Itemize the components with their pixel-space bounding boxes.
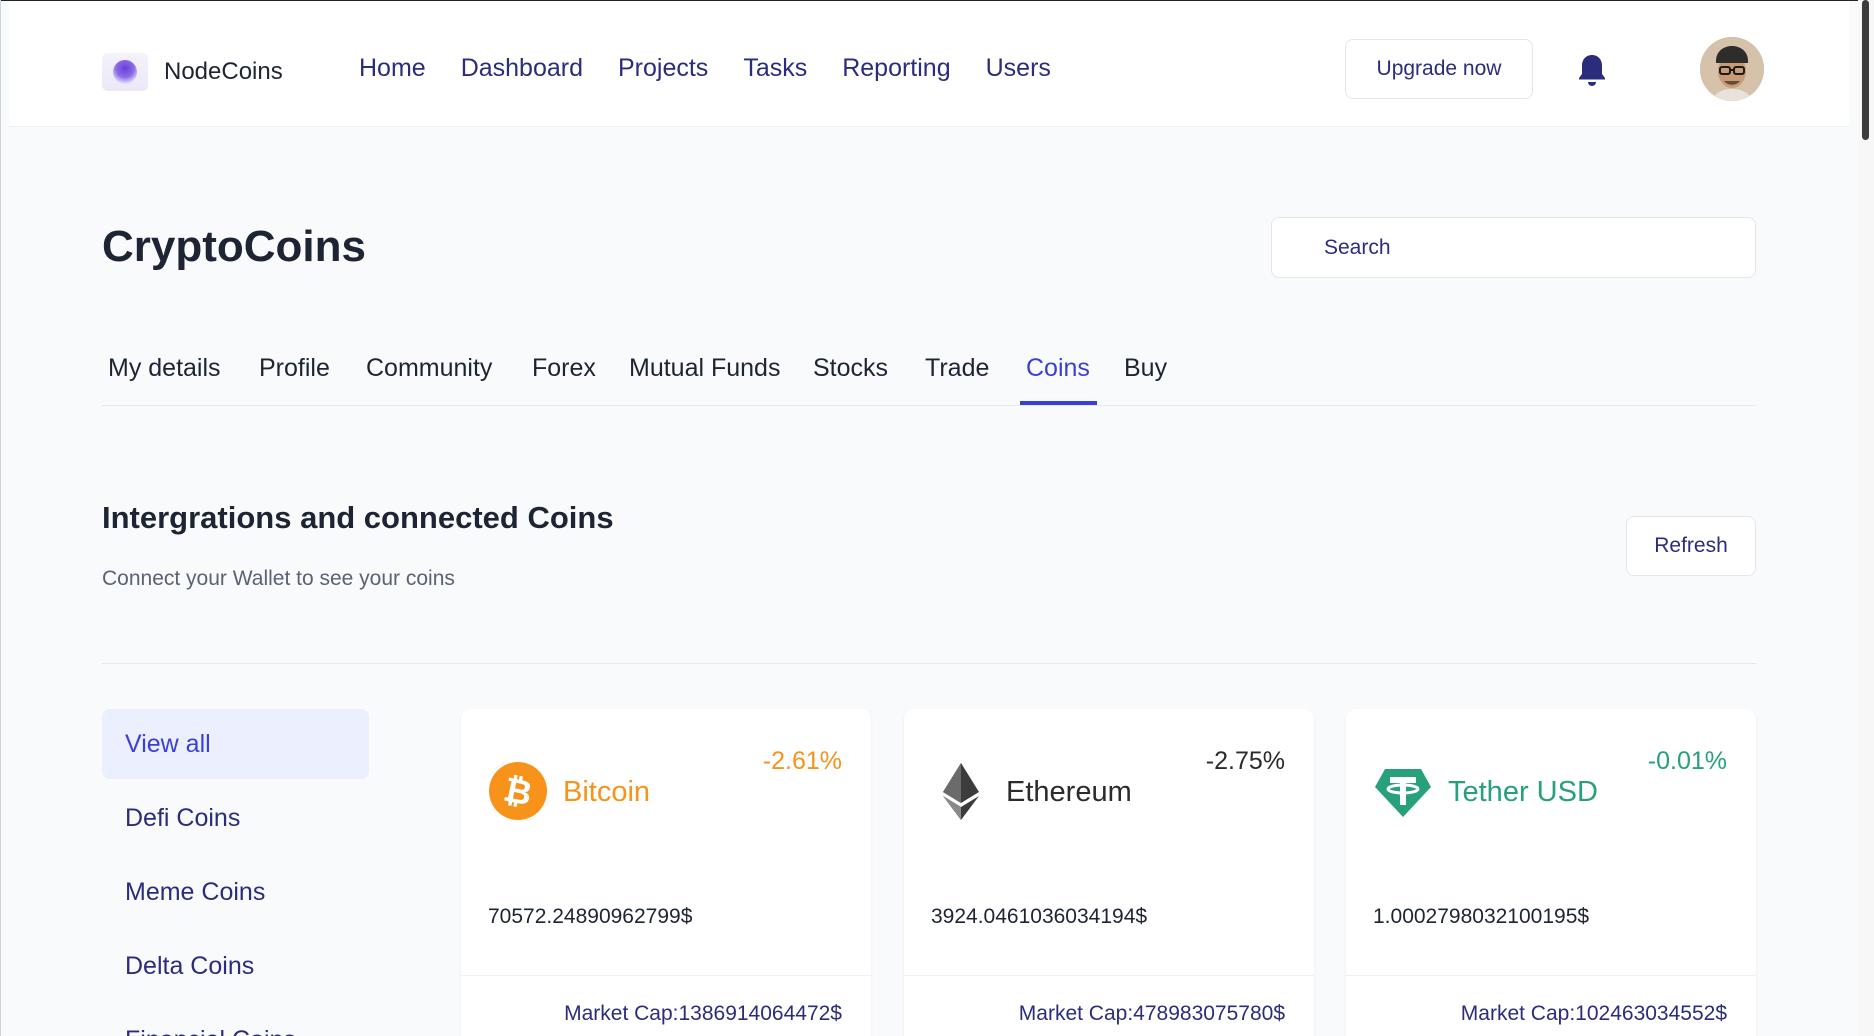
page-title: CryptoCoins — [102, 222, 366, 271]
avatar-illustration — [1700, 37, 1764, 101]
filter-view-all[interactable]: View all — [102, 709, 369, 779]
nav-home[interactable]: Home — [359, 54, 426, 83]
avatar[interactable] — [1700, 37, 1764, 101]
card-divider — [904, 975, 1314, 976]
coin-change: -2.61% — [762, 747, 842, 775]
top-navbar: NodeCoins Home Dashboard Projects Tasks … — [9, 1, 1849, 127]
tab-buy[interactable]: Buy — [1124, 354, 1167, 383]
coin-card-bitcoin[interactable]: ₿ Bitcoin -2.61% 70572.24890962799$ Mark… — [461, 709, 871, 1036]
refresh-button[interactable]: Refresh — [1626, 516, 1756, 576]
bitcoin-icon: ₿ — [489, 762, 547, 820]
tab-trade[interactable]: Trade — [925, 354, 989, 383]
section-divider — [102, 663, 1756, 664]
tab-stocks[interactable]: Stocks — [813, 354, 888, 383]
bell-icon[interactable] — [1577, 53, 1607, 87]
filter-financial-coins[interactable]: Financial Coins — [102, 1005, 369, 1036]
filter-defi-coins[interactable]: Defi Coins — [102, 783, 369, 853]
section-title: Intergrations and connected Coins — [102, 500, 614, 535]
nav-users[interactable]: Users — [986, 54, 1051, 83]
coin-card-ethereum[interactable]: Ethereum -2.75% 3924.0461036034194$ Mark… — [904, 709, 1314, 1036]
tab-profile[interactable]: Profile — [259, 354, 330, 383]
tab-community[interactable]: Community — [366, 354, 492, 383]
scrollbar-thumb[interactable] — [1862, 0, 1869, 140]
coin-filter-list: View all Defi Coins Meme Coins Delta Coi… — [102, 709, 369, 1036]
logo-icon — [102, 53, 148, 91]
coin-change: -2.75% — [1205, 747, 1285, 775]
tab-my-details[interactable]: My details — [108, 354, 221, 383]
coin-price: 1.0002798032100195$ — [1373, 905, 1590, 928]
coin-market-cap: Market Cap:102463034552$ — [1460, 1002, 1727, 1025]
coin-price: 3924.0461036034194$ — [931, 905, 1148, 928]
nav-dashboard[interactable]: Dashboard — [461, 54, 583, 83]
coin-card-tether[interactable]: Tether USD -0.01% 1.0002798032100195$ Ma… — [1346, 709, 1756, 1036]
filter-delta-coins[interactable]: Delta Coins — [102, 931, 369, 1001]
coin-change: -0.01% — [1647, 747, 1727, 775]
window-left-border — [0, 0, 1, 1036]
ethereum-icon — [943, 763, 979, 820]
nav-tasks[interactable]: Tasks — [743, 54, 807, 83]
coin-market-cap: Market Cap:478983075780$ — [1018, 1002, 1285, 1025]
coin-name: Tether USD — [1448, 776, 1598, 808]
coin-price: 70572.24890962799$ — [488, 905, 693, 928]
filter-meme-coins[interactable]: Meme Coins — [102, 857, 369, 927]
tab-bar: My details Profile Community Forex Mutua… — [102, 336, 1756, 406]
nav-projects[interactable]: Projects — [618, 54, 708, 83]
card-divider — [1346, 975, 1756, 976]
section-subtitle: Connect your Wallet to see your coins — [102, 567, 455, 590]
coin-market-cap: Market Cap:1386914064472$ — [564, 1002, 842, 1025]
tab-forex[interactable]: Forex — [532, 354, 596, 383]
tab-coins[interactable]: Coins — [1026, 354, 1090, 383]
coin-name: Bitcoin — [563, 776, 651, 808]
scrollbar-track[interactable] — [1858, 0, 1874, 1036]
search-input[interactable]: Search — [1271, 217, 1756, 278]
nav-reporting[interactable]: Reporting — [842, 54, 950, 83]
card-divider — [461, 975, 871, 976]
active-tab-indicator — [1020, 401, 1097, 405]
main-nav: Home Dashboard Projects Tasks Reporting … — [359, 54, 1086, 83]
upgrade-button[interactable]: Upgrade now — [1345, 39, 1533, 99]
tether-icon — [1375, 769, 1431, 817]
coin-name: Ethereum — [1006, 776, 1132, 808]
brand-name: NodeCoins — [164, 58, 283, 85]
tab-mutual-funds[interactable]: Mutual Funds — [629, 354, 780, 383]
brand-logo[interactable]: NodeCoins — [102, 53, 283, 91]
